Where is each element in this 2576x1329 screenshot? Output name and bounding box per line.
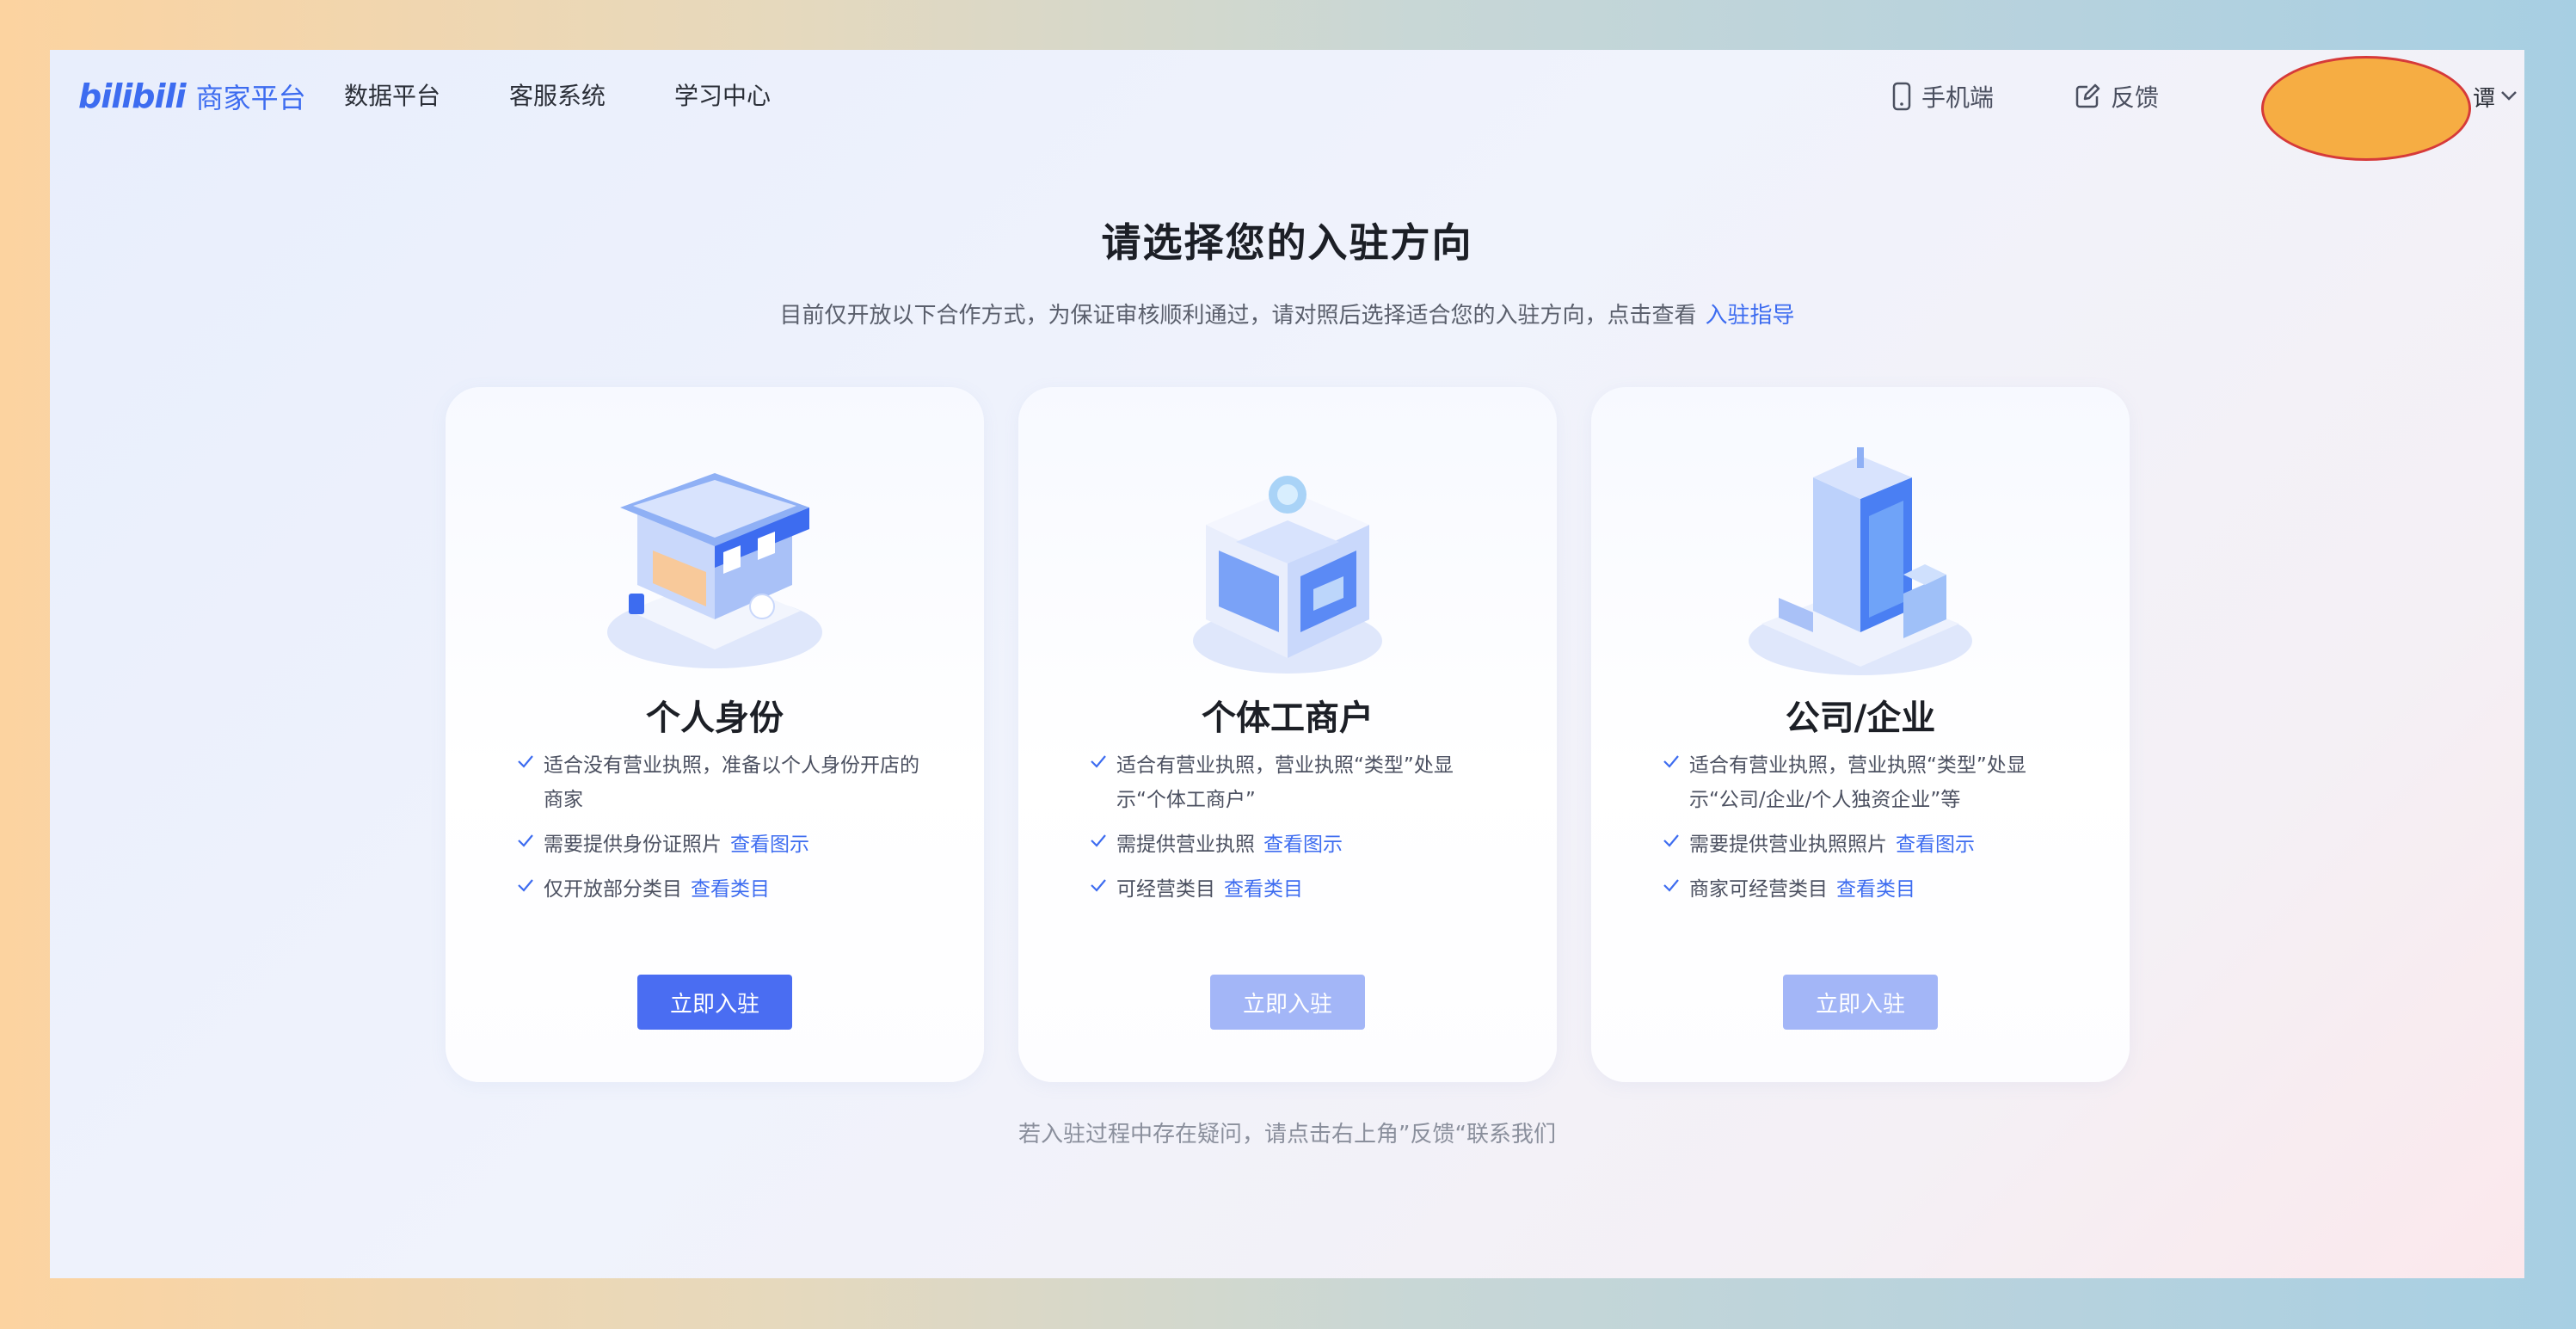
page-title: 请选择您的入驻方向 bbox=[1101, 219, 1473, 266]
check-icon bbox=[1663, 834, 1679, 847]
feature-item: 适合没有营业执照，准备以个人身份开店的商家 bbox=[516, 748, 929, 817]
feature-text: 商家可经营类目 bbox=[1689, 878, 1828, 901]
feedback-label: 反馈 bbox=[2111, 83, 2160, 112]
card-title: 个人身份 bbox=[646, 698, 784, 738]
feature-item: 需提供营业执照 查看图示 bbox=[1089, 828, 1502, 862]
card-company: 公司/企业 适合有营业执照，营业执照“类型”处显示“公司/企业/个人独资企业”等… bbox=[1591, 387, 2130, 1082]
app-window: bilibili 商家平台 数据平台 客服系统 学习中心 手机端 反馈 谭 请选… bbox=[50, 50, 2524, 1278]
top-header: bilibili 商家平台 数据平台 客服系统 学习中心 手机端 反馈 谭 bbox=[50, 50, 2524, 161]
mobile-label: 手机端 bbox=[1921, 83, 1995, 112]
phone-icon bbox=[1892, 82, 1911, 111]
view-categories-link[interactable]: 查看类目 bbox=[691, 878, 770, 901]
settlement-guide-link[interactable]: 入驻指导 bbox=[1706, 303, 1795, 329]
edit-icon bbox=[2075, 83, 2100, 108]
nav-data-platform[interactable]: 数据平台 bbox=[344, 74, 440, 119]
redacted-user-avatar bbox=[2261, 56, 2471, 161]
join-now-button[interactable]: 立即入驻 bbox=[1210, 975, 1365, 1030]
feature-item: 商家可经营类目 查看类目 bbox=[1662, 872, 2075, 907]
view-example-link[interactable]: 查看图示 bbox=[730, 834, 809, 856]
feature-list: 适合有营业执照，营业执照“类型”处显示“公司/企业/个人独资企业”等 需要提供营… bbox=[1662, 748, 2075, 917]
check-icon bbox=[1663, 879, 1679, 892]
view-categories-link[interactable]: 查看类目 bbox=[1836, 878, 1915, 901]
footer-help-note: 若入驻过程中存在疑问，请点击右上角”反馈“联系我们 bbox=[1018, 1122, 1556, 1147]
check-icon bbox=[518, 879, 533, 892]
feature-item: 可经营类目 查看类目 bbox=[1089, 872, 1502, 907]
view-example-link[interactable]: 查看图示 bbox=[1896, 834, 1975, 856]
top-nav: 数据平台 客服系统 学习中心 bbox=[344, 74, 839, 119]
logo[interactable]: bilibili 商家平台 bbox=[78, 72, 306, 120]
chevron-down-icon bbox=[2501, 91, 2517, 101]
feature-item: 适合有营业执照，营业执照“类型”处显示“公司/企业/个人独资企业”等 bbox=[1662, 748, 2075, 817]
feature-item: 仅开放部分类目 查看类目 bbox=[516, 872, 929, 907]
check-icon bbox=[1091, 755, 1106, 768]
feature-list: 适合没有营业执照，准备以个人身份开店的商家 需要提供身份证照片 查看图示 仅开放部… bbox=[516, 748, 929, 917]
feature-text: 可经营类目 bbox=[1116, 878, 1215, 901]
card-title: 个体工商户 bbox=[1202, 698, 1374, 738]
nav-customer-service[interactable]: 客服系统 bbox=[509, 74, 606, 119]
check-icon bbox=[1091, 834, 1106, 847]
check-icon bbox=[518, 834, 533, 847]
feedback-button[interactable]: 反馈 bbox=[2075, 74, 2159, 119]
join-now-button[interactable]: 立即入驻 bbox=[1783, 975, 1938, 1030]
check-icon bbox=[518, 755, 533, 768]
mobile-button[interactable]: 手机端 bbox=[1892, 74, 1994, 119]
feature-item: 需要提供身份证照片 查看图示 bbox=[516, 828, 929, 862]
user-name: 谭 bbox=[2473, 86, 2496, 112]
nav-learning-center[interactable]: 学习中心 bbox=[674, 74, 771, 119]
feature-text: 需要提供营业执照照片 bbox=[1689, 834, 1887, 856]
logo-text: 商家平台 bbox=[195, 82, 306, 114]
check-icon bbox=[1091, 879, 1106, 892]
join-now-button[interactable]: 立即入驻 bbox=[637, 975, 792, 1030]
card-title: 公司/企业 bbox=[1785, 698, 1936, 738]
feature-text: 适合没有营业执照，准备以个人身份开店的商家 bbox=[544, 754, 919, 811]
user-menu[interactable]: 谭 bbox=[2261, 56, 2519, 161]
feature-list: 适合有营业执照，营业执照“类型”处显示“个体工商户” 需提供营业执照 查看图示 可… bbox=[1089, 748, 1502, 917]
check-icon bbox=[1663, 755, 1679, 768]
feature-text: 适合有营业执照，营业执照“类型”处显示“公司/企业/个人独资企业”等 bbox=[1689, 754, 2026, 811]
page-subtitle: 目前仅开放以下合作方式，为保证审核顺利通过，请对照后选择适合您的入驻方向，点击查… bbox=[50, 298, 2524, 329]
feature-text: 适合有营业执照，营业执照“类型”处显示“个体工商户” bbox=[1116, 754, 1454, 811]
feature-text: 需提供营业执照 bbox=[1116, 834, 1255, 856]
store-building-illustration bbox=[1193, 476, 1382, 674]
view-example-link[interactable]: 查看图示 bbox=[1263, 834, 1343, 856]
view-categories-link[interactable]: 查看类目 bbox=[1224, 878, 1303, 901]
feature-item: 需要提供营业执照照片 查看图示 bbox=[1662, 828, 2075, 862]
feature-item: 适合有营业执照，营业执照“类型”处显示“个体工商户” bbox=[1089, 748, 1502, 817]
feature-text: 需要提供身份证照片 bbox=[544, 834, 722, 856]
bilibili-logo: bilibili bbox=[78, 77, 187, 115]
card-personal: 个人身份 适合没有营业执照，准备以个人身份开店的商家 需要提供身份证照片 查看图示… bbox=[446, 387, 984, 1082]
shop-illustration bbox=[607, 473, 822, 668]
feature-text: 仅开放部分类目 bbox=[544, 878, 682, 901]
card-individual-business: 个体工商户 适合有营业执照，营业执照“类型”处显示“个体工商户” 需提供营业执照… bbox=[1018, 387, 1557, 1082]
office-building-illustration bbox=[1749, 447, 1972, 675]
subtitle-text: 目前仅开放以下合作方式，为保证审核顺利通过，请对照后选择适合您的入驻方向，点击查… bbox=[779, 303, 1697, 329]
